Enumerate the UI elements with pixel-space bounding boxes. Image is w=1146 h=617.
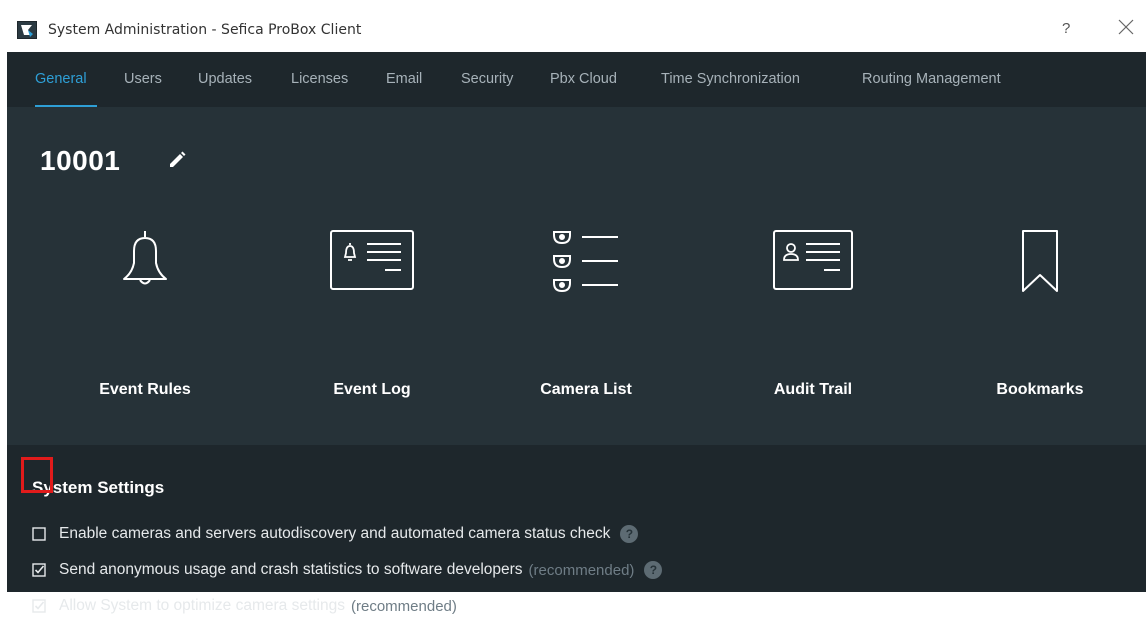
help-button[interactable]: ? <box>1062 20 1070 37</box>
event-rules-tile[interactable]: Event Rules <box>75 229 215 398</box>
server-name: 10001 <box>40 145 121 176</box>
recommended-note: (recommended) <box>528 561 635 579</box>
audit-trail-tile[interactable]: Audit Trail <box>743 229 883 398</box>
app-logo-icon <box>17 21 37 39</box>
bookmarks-label: Bookmarks <box>996 381 1084 398</box>
tab-time-synchronization[interactable]: Time Synchronization <box>661 71 800 87</box>
autodiscovery-label: Enable cameras and servers autodiscovery… <box>59 525 611 542</box>
recommended-note: (recommended) <box>351 597 457 615</box>
title-bar: System Administration - Sefica ProBox Cl… <box>0 0 1146 52</box>
system-settings-panel: System Settings Enable cameras and serve… <box>7 445 1146 615</box>
highlight-box <box>21 457 53 493</box>
bookmarks-tile[interactable]: Bookmarks <box>970 229 1110 398</box>
camera-list-icon <box>553 231 618 293</box>
tab-general[interactable]: General <box>35 71 87 87</box>
camera-list-tile[interactable]: Camera List <box>516 229 656 398</box>
event-log-label: Event Log <box>333 381 411 398</box>
usage-statistics-label: Send anonymous usage and crash statistic… <box>59 561 523 578</box>
tab-security[interactable]: Security <box>461 71 513 87</box>
close-icon[interactable] <box>1116 16 1136 38</box>
tab-licenses[interactable]: Licenses <box>291 71 348 87</box>
camera-list-label: Camera List <box>540 381 632 398</box>
bookmark-icon <box>1022 230 1058 292</box>
server-overview: 10001 Event Rules Event Log Camera List … <box>7 107 1146 445</box>
window-title: System Administration - Sefica ProBox Cl… <box>48 22 362 38</box>
autodiscovery-checkbox[interactable] <box>32 527 46 541</box>
event-log-tile[interactable]: Event Log <box>302 229 442 398</box>
optimize-camera-checkbox[interactable] <box>32 599 46 613</box>
audit-trail-icon <box>773 230 853 290</box>
tab-users[interactable]: Users <box>124 71 162 87</box>
main-window: General Users Updates Licenses Email Sec… <box>7 52 1146 615</box>
usage-statistics-checkbox[interactable] <box>32 563 46 577</box>
bell-icon <box>123 231 167 285</box>
tab-updates[interactable]: Updates <box>198 71 252 87</box>
event-log-icon <box>330 230 414 290</box>
help-icon[interactable]: ? <box>620 525 639 543</box>
optimize-camera-label: Allow System to optimize camera settings <box>59 597 345 614</box>
autodiscovery-option: Enable cameras and servers autodiscovery… <box>32 523 639 545</box>
pencil-icon[interactable] <box>166 149 188 171</box>
tab-pbx-cloud[interactable]: Pbx Cloud <box>550 71 617 87</box>
tab-bar: General Users Updates Licenses Email Sec… <box>7 52 1146 107</box>
event-rules-label: Event Rules <box>99 381 191 398</box>
audit-trail-label: Audit Trail <box>773 381 853 398</box>
tab-routing-management[interactable]: Routing Management <box>862 71 1001 87</box>
optimize-camera-option: Allow System to optimize camera settings… <box>32 595 457 617</box>
tab-email[interactable]: Email <box>386 71 422 87</box>
help-icon[interactable]: ? <box>644 561 663 579</box>
usage-statistics-option: Send anonymous usage and crash statistic… <box>32 559 663 581</box>
